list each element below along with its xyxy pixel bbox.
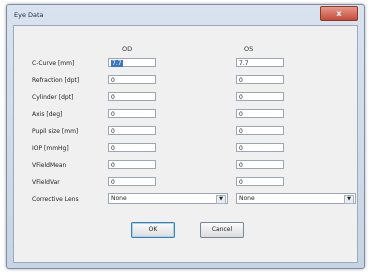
axis-os-input[interactable]: 0 bbox=[236, 109, 284, 118]
vfield-mean-od-input[interactable]: 0 bbox=[108, 160, 156, 169]
title-bar[interactable]: Eye Data x bbox=[7, 5, 364, 23]
c-curve-os-input[interactable]: 7.7 bbox=[236, 58, 284, 67]
row-label-c-curve: C-Curve [mm] bbox=[32, 60, 75, 67]
iop-os-input[interactable]: 0 bbox=[236, 143, 284, 152]
row-label-vfield-var: VFieldVar bbox=[32, 179, 60, 186]
pupil-size-os-input[interactable]: 0 bbox=[236, 126, 284, 135]
eye-data-dialog: Eye Data x OD OS C-Curve [mm] 7.7 7.7 Re… bbox=[6, 4, 365, 269]
vfield-var-os-input[interactable]: 0 bbox=[236, 177, 284, 186]
row-label-cylinder: Cylinder [dpt] bbox=[32, 94, 74, 101]
corrective-lens-label: Corrective Lens bbox=[32, 196, 79, 203]
refraction-od-input[interactable]: 0 bbox=[108, 75, 156, 84]
row-label-vfield-mean: VFieldMean bbox=[32, 162, 67, 169]
corrective-lens-os-select[interactable]: None ▼ bbox=[236, 193, 356, 204]
row-label-axis: Axis [deg] bbox=[32, 111, 63, 118]
vfield-var-od-input[interactable]: 0 bbox=[108, 177, 156, 186]
chevron-down-icon: ▼ bbox=[344, 195, 354, 204]
axis-od-input[interactable]: 0 bbox=[108, 109, 156, 118]
row-label-iop: IOP [mmHg] bbox=[32, 145, 69, 152]
chevron-down-icon: ▼ bbox=[216, 195, 226, 204]
corrective-lens-od-select[interactable]: None ▼ bbox=[108, 193, 228, 204]
column-header-os: OS bbox=[244, 45, 254, 53]
refraction-os-input[interactable]: 0 bbox=[236, 75, 284, 84]
cancel-button[interactable]: Cancel bbox=[200, 222, 244, 238]
cylinder-od-input[interactable]: 0 bbox=[108, 92, 156, 101]
close-button[interactable]: x bbox=[320, 6, 358, 21]
close-icon: x bbox=[336, 9, 342, 18]
iop-od-input[interactable]: 0 bbox=[108, 143, 156, 152]
ok-button[interactable]: OK bbox=[131, 222, 175, 238]
pupil-size-od-input[interactable]: 0 bbox=[108, 126, 156, 135]
c-curve-od-input[interactable]: 7.7 bbox=[108, 58, 156, 67]
vfield-mean-os-input[interactable]: 0 bbox=[236, 160, 284, 169]
window-title: Eye Data bbox=[14, 11, 44, 19]
dialog-body: OD OS C-Curve [mm] 7.7 7.7 Refraction [d… bbox=[13, 25, 358, 263]
cylinder-os-input[interactable]: 0 bbox=[236, 92, 284, 101]
row-label-refraction: Refraction [dpt] bbox=[32, 77, 80, 84]
column-header-od: OD bbox=[122, 45, 133, 53]
row-label-pupil-size: Pupil size [mm] bbox=[32, 128, 79, 135]
